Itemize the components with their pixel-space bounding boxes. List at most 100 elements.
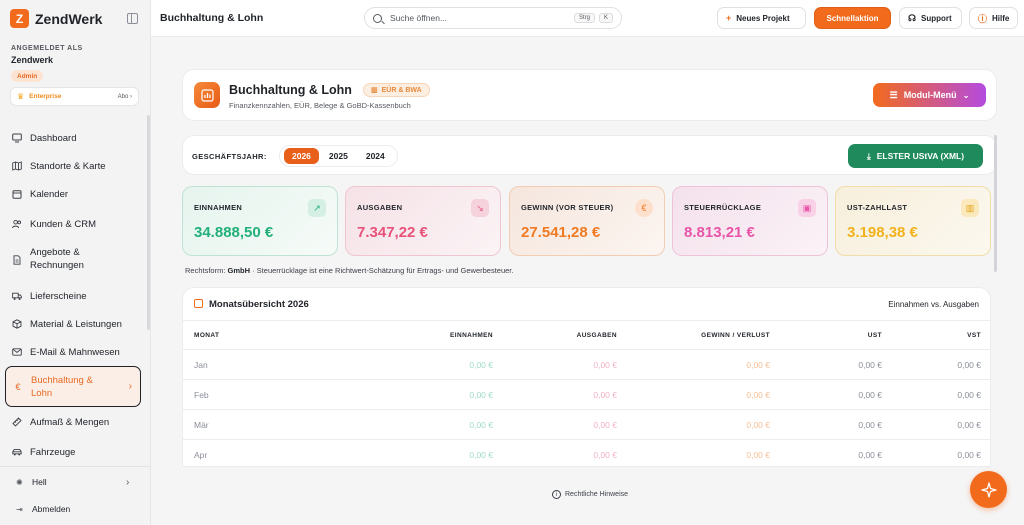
support-button[interactable]: ☊ Support: [899, 7, 962, 29]
monitor-icon: [8, 133, 26, 143]
monthly-overview: Monatsübersicht 2026 Einnahmen vs. Ausga…: [182, 287, 991, 467]
logout-button[interactable]: ⇥ Abmelden: [16, 504, 70, 514]
table-row[interactable]: Feb 0,00 € 0,00 € 0,00 € 0,00 € 0,00 €: [183, 380, 990, 410]
kpi-expenses: AUSGABEN 7.347,22 € ↘: [345, 186, 501, 256]
search-input[interactable]: [390, 13, 550, 23]
cell-income: 0,00 €: [469, 420, 493, 430]
kpi-value: 7.347,22 €: [357, 224, 428, 241]
cell-income: 0,00 €: [469, 450, 493, 460]
ai-assistant-button[interactable]: [970, 471, 1007, 508]
menu-icon: ☰: [889, 89, 898, 100]
sidebar-item-label: Aufmaß & Mengen: [30, 416, 110, 428]
sidebar-item-label: Material & Leistungen: [30, 318, 122, 330]
chart-icon: ▥: [371, 87, 378, 94]
note-text: · Steuerrücklage ist eine Richtwert-Schä…: [250, 266, 514, 275]
sidebar-item-delivery-notes[interactable]: Lieferscheine: [5, 288, 141, 304]
kpi-value: 3.198,38 €: [847, 224, 918, 241]
cell-income: 0,00 €: [469, 390, 493, 400]
sidebar-item-measurements[interactable]: Aufmaß & Mengen: [5, 414, 141, 430]
kpi-value: 34.888,50 €: [194, 224, 274, 241]
kpi-label: STEUERRÜCKLAGE: [684, 203, 762, 212]
chevron-down-icon: ⌄: [962, 90, 970, 100]
mail-icon: [8, 347, 26, 357]
help-label: Hilfe: [992, 13, 1010, 23]
cell-month: Feb: [194, 390, 209, 400]
search-icon: [373, 13, 382, 23]
table-title: Monatsübersicht 2026: [209, 299, 309, 310]
cell-input-tax: 0,00 €: [957, 450, 981, 460]
sidebar-item-label: E-Mail & Mahnwesen: [30, 346, 120, 358]
cell-profit: 0,00 €: [746, 390, 770, 400]
help-icon: ⓘ: [978, 13, 988, 24]
col-vat: UST: [867, 332, 882, 339]
elster-export-button[interactable]: ⤓ ELSTER UStVA (XML): [848, 144, 983, 168]
col-input-tax: VST: [967, 332, 981, 339]
bar-chart-icon: [194, 82, 220, 108]
crown-icon: ♛: [17, 92, 25, 101]
kpi-value: 27.541,28 €: [521, 224, 601, 241]
sidebar-item-dashboard[interactable]: Dashboard: [5, 130, 141, 146]
cell-input-tax: 0,00 €: [957, 420, 981, 430]
package-icon: [8, 319, 26, 329]
tab-year-2024[interactable]: 2024: [358, 148, 393, 164]
cell-profit: 0,00 €: [746, 360, 770, 370]
sidebar-scrollbar[interactable]: [147, 115, 150, 330]
download-icon: ⤓: [866, 150, 871, 161]
label-line1: Angebote &: [30, 247, 80, 258]
sidebar-item-label: Kunden & CRM: [30, 218, 97, 230]
kpi-value: 8.813,21 €: [684, 224, 755, 241]
chart-icon: ▥: [961, 199, 979, 217]
col-income: EINNAHMEN: [450, 332, 493, 339]
kpi-label: AUSGABEN: [357, 203, 403, 212]
sidebar-item-calendar[interactable]: Kalender: [5, 186, 141, 202]
sidebar: Z ZendWerk ANGEMELDET ALS Zendwerk Admin…: [0, 0, 151, 525]
plan-link[interactable]: Abo ›: [118, 94, 132, 100]
table-row[interactable]: Apr 0,00 € 0,00 € 0,00 € 0,00 € 0,00 €: [183, 440, 990, 466]
search-box[interactable]: Strg K: [364, 7, 622, 29]
sidebar-item-label: Lieferscheine: [30, 290, 87, 302]
module-badge-label: EÜR & BWA: [381, 86, 422, 94]
table-row[interactable]: Jan 0,00 € 0,00 € 0,00 € 0,00 € 0,00 €: [183, 350, 990, 380]
quick-action-button[interactable]: Schnellaktion: [814, 7, 891, 29]
headset-icon: ☊: [908, 12, 916, 23]
kbd-k: K: [598, 13, 613, 23]
sidebar-item-crm[interactable]: Kunden & CRM: [5, 216, 141, 232]
main-scrollbar[interactable]: [994, 135, 997, 272]
cell-expenses: 0,00 €: [593, 360, 617, 370]
sidebar-item-materials[interactable]: Material & Leistungen: [5, 316, 141, 332]
legal-notice-link[interactable]: i Rechtliche Hinweise: [552, 490, 628, 499]
sidebar-item-label: Kalender: [30, 188, 69, 200]
module-menu-button[interactable]: ☰ Modul-Menü ⌄: [873, 83, 986, 107]
chevron-right-icon: ›: [128, 381, 132, 392]
legal-notice-label: Rechtliche Hinweise: [565, 491, 629, 498]
sidebar-item-label: Standorte & Karte: [30, 160, 106, 172]
plan-name: Enterprise: [29, 93, 62, 100]
help-button[interactable]: ⓘ Hilfe: [969, 7, 1018, 29]
piggy-icon: ▣: [798, 199, 816, 217]
info-icon: i: [552, 490, 561, 499]
legal-form-note: Rechtsform: GmbH · Steuerrücklage ist ei…: [185, 266, 513, 275]
plan-box[interactable]: ♛ Enterprise Abo ›: [10, 87, 139, 106]
sidebar-item-offers[interactable]: Angebote & Rechnungen: [5, 246, 141, 274]
cell-vat: 0,00 €: [858, 390, 882, 400]
cell-vat: 0,00 €: [858, 450, 882, 460]
quick-action-label: Schnellaktion: [826, 13, 879, 23]
kpi-label: EINNAHMEN: [194, 203, 243, 212]
euro-icon: €: [635, 199, 653, 217]
kpi-label: UST-ZAHLLAST: [847, 203, 908, 212]
sidebar-item-email[interactable]: E-Mail & Mahnwesen: [5, 344, 141, 360]
tab-year-2026[interactable]: 2026: [284, 148, 319, 164]
theme-toggle[interactable]: ✺ Hell: [16, 477, 47, 487]
ruler-icon: [8, 417, 26, 427]
brand[interactable]: Z ZendWerk: [10, 9, 102, 28]
sidebar-item-vehicles[interactable]: Fahrzeuge: [5, 444, 141, 460]
sidebar-item-accounting[interactable]: € Buchhaltung & Lohn ›: [5, 366, 141, 407]
calendar-icon: [194, 299, 203, 308]
tab-year-2025[interactable]: 2025: [321, 148, 356, 164]
table-row[interactable]: Mär 0,00 € 0,00 € 0,00 € 0,00 € 0,00 €: [183, 410, 990, 440]
sidebar-item-locations[interactable]: Standorte & Karte: [5, 158, 141, 174]
trend-down-icon: ↘: [471, 199, 489, 217]
new-project-button[interactable]: + Neues Projekt: [717, 7, 806, 29]
label-line2: Lohn: [31, 387, 53, 399]
sidebar-collapse-icon[interactable]: [127, 13, 138, 24]
